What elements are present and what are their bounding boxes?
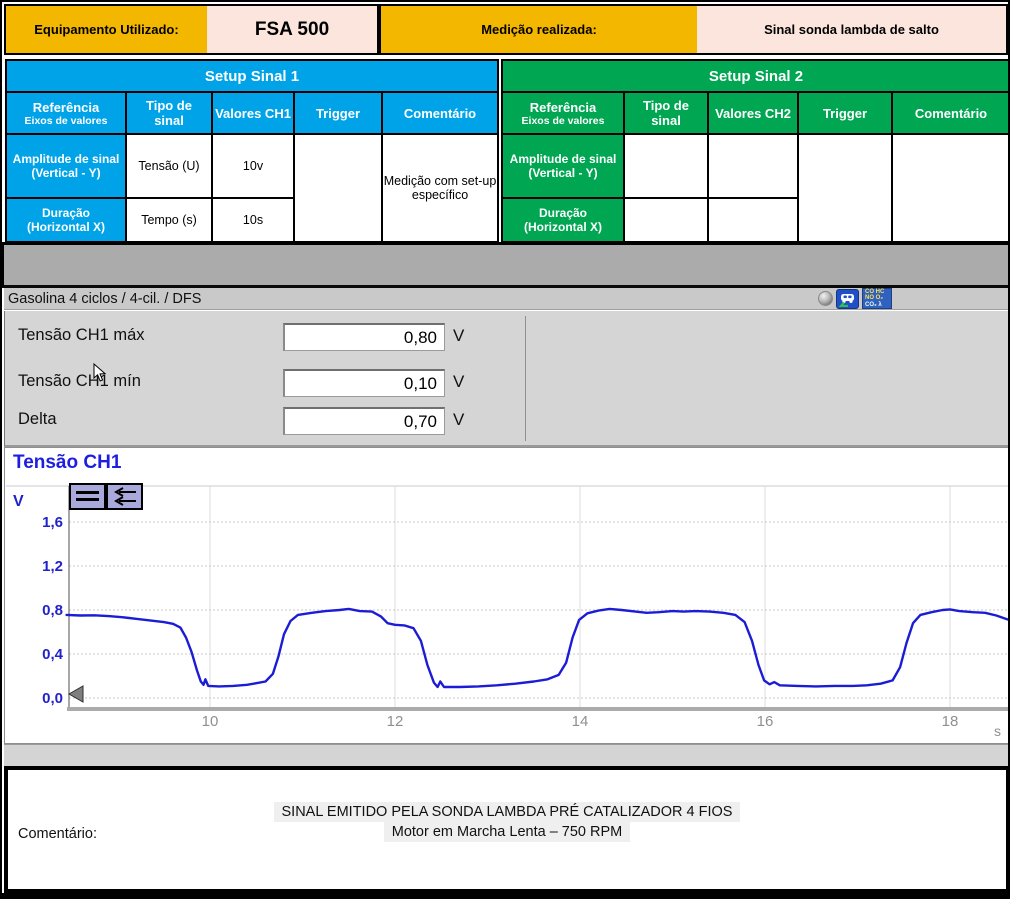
delta-input[interactable] <box>283 407 445 435</box>
delta-unit: V <box>453 410 464 430</box>
spacer-bar <box>2 242 1010 288</box>
setup2-row2-valor <box>708 198 798 242</box>
setup2-comentario-cell <box>892 134 1010 242</box>
trigger-marker[interactable] <box>69 686 83 702</box>
gas-row-3: CO₂ λ <box>865 302 891 309</box>
horizontal-lines-icon <box>74 487 101 506</box>
max-voltage-input[interactable] <box>283 323 445 351</box>
setup2-col-referencia: ReferênciaEixos de valores <box>502 92 624 134</box>
document-header: Equipamento Utilizado: FSA 500 Medição r… <box>4 4 1008 55</box>
setup2-trigger-cell <box>798 134 892 242</box>
min-voltage-label: Tensão CH1 mín <box>18 372 141 391</box>
scroll-left-button[interactable] <box>106 483 143 510</box>
setup1-title: Setup Sinal 1 <box>6 60 498 92</box>
setup1-comentario-cell: Medição com set-up específico <box>382 134 498 242</box>
comment-line-2: Motor em Marcha Lenta – 750 RPM <box>384 822 631 842</box>
comment-line-1: SINAL EMITIDO PELA SONDA LAMBDA PRÉ CATA… <box>274 802 741 822</box>
mouse-cursor-icon <box>93 363 107 383</box>
setup1-col-referencia: ReferênciaEixos de valores <box>6 92 126 134</box>
measurement-panel: Tensão CH1 máx V Tensão CH1 mín V Delta … <box>4 311 1010 447</box>
setup2-col-valores: Valores CH2 <box>708 92 798 134</box>
setup1-row1-tipo: Tensão (U) <box>126 134 212 198</box>
x-axis-baseline <box>67 707 1009 711</box>
setup-signal-1-table: Setup Sinal 1 ReferênciaEixos de valores… <box>5 59 499 243</box>
equipment-used-label: Equipamento Utilizado: <box>6 6 207 53</box>
comment-text: SINAL EMITIDO PELA SONDA LAMBDA PRÉ CATA… <box>8 802 1006 842</box>
setup1-row2-ref: Duração (Horizontal X) <box>6 198 126 242</box>
setup2-title: Setup Sinal 2 <box>502 60 1010 92</box>
setup1-row2-valor: 10s <box>212 198 294 242</box>
measurement-row-min: Tensão CH1 mín V <box>5 369 1009 397</box>
status-orb-icon <box>818 291 833 306</box>
gas-analyzer-icon[interactable]: CO HC NO O₂ CO₂ λ <box>862 288 892 309</box>
toolbar-icons: CO HC NO O₂ CO₂ λ <box>818 288 1010 309</box>
pan-lines-button[interactable] <box>69 483 106 510</box>
y-tick-label: 0,0 <box>42 690 63 707</box>
bottom-black-bar <box>2 893 1010 899</box>
x-tick-label: 14 <box>572 713 589 730</box>
setup2-col-tipo: Tipo de sinal <box>624 92 708 134</box>
setup1-col-valores: Valores CH1 <box>212 92 294 134</box>
lambda-signal-trace <box>67 609 1008 687</box>
double-left-arrows-icon <box>111 487 138 506</box>
setup2-row1-ref: Amplitude de sinal (Vertical - Y) <box>502 134 624 198</box>
car-glyph-icon <box>838 291 857 307</box>
comment-box: Comentário: SINAL EMITIDO PELA SONDA LAM… <box>4 766 1010 893</box>
y-tick-label: 1,2 <box>42 558 63 575</box>
app-toolbar: Gasolina 4 ciclos / 4-cil. / DFS CO HC N… <box>4 288 1010 310</box>
setup1-trigger-cell <box>294 134 382 242</box>
x-tick-label: 16 <box>757 713 774 730</box>
setup2-row1-valor <box>708 134 798 198</box>
x-tick-label: 12 <box>387 713 404 730</box>
setup1-col-tipo: Tipo de sinal <box>126 92 212 134</box>
setup2-col-comentario: Comentário <box>892 92 1010 134</box>
y-tick-label: 0,4 <box>42 646 64 663</box>
min-voltage-unit: V <box>453 372 464 392</box>
y-tick-label: 0,8 <box>42 602 63 619</box>
max-voltage-label: Tensão CH1 máx <box>18 326 145 345</box>
setup1-row2-tipo: Tempo (s) <box>126 198 212 242</box>
setup1-col-comentario: Comentário <box>382 92 498 134</box>
setup2-row2-ref: Duração (Horizontal X) <box>502 198 624 242</box>
panel-divider <box>525 316 526 441</box>
y-tick-label: 1,6 <box>42 514 63 531</box>
oscilloscope-panel: 1,6 1,2 0,8 0,4 0,0 10 12 14 16 18 Vs Tensão CH1 <box>4 447 1010 744</box>
setup2-row1-tipo <box>624 134 708 198</box>
equipment-used-value: FSA 500 <box>207 6 377 53</box>
report-page: Equipamento Utilizado: FSA 500 Medição r… <box>0 0 1010 899</box>
delta-label: Delta <box>18 410 57 429</box>
min-voltage-input[interactable] <box>283 369 445 397</box>
measurement-value: Sinal sonda lambda de salto <box>697 6 1006 53</box>
measurement-row-max: Tensão CH1 máx V <box>5 323 1009 351</box>
setup1-col-trigger: Trigger <box>294 92 382 134</box>
setup1-row1-valor: 10v <box>212 134 294 198</box>
x-axis-unit: s <box>994 723 1001 739</box>
setup2-col-trigger: Trigger <box>798 92 892 134</box>
chart-title: Tensão CH1 <box>13 452 121 474</box>
max-voltage-unit: V <box>453 326 464 346</box>
x-tick-label: 18 <box>942 713 959 730</box>
bottom-strip <box>4 744 1010 766</box>
setup2-row2-tipo <box>624 198 708 242</box>
x-tick-label: 10 <box>202 713 219 730</box>
measurement-row-delta: Delta V <box>5 407 1009 435</box>
setup1-row1-ref: Amplitude de sinal (Vertical - Y) <box>6 134 126 198</box>
engine-status-text: Gasolina 4 ciclos / 4-cil. / DFS <box>4 291 201 307</box>
waveform-chart: 1,6 1,2 0,8 0,4 0,0 10 12 14 16 18 Vs <box>5 448 1009 744</box>
measurement-label: Medição realizada: <box>381 6 697 53</box>
y-axis-unit: V <box>13 493 24 510</box>
setup-signal-2-table: Setup Sinal 2 ReferênciaEixos de valores… <box>501 59 1010 243</box>
vehicle-icon[interactable] <box>836 289 859 309</box>
